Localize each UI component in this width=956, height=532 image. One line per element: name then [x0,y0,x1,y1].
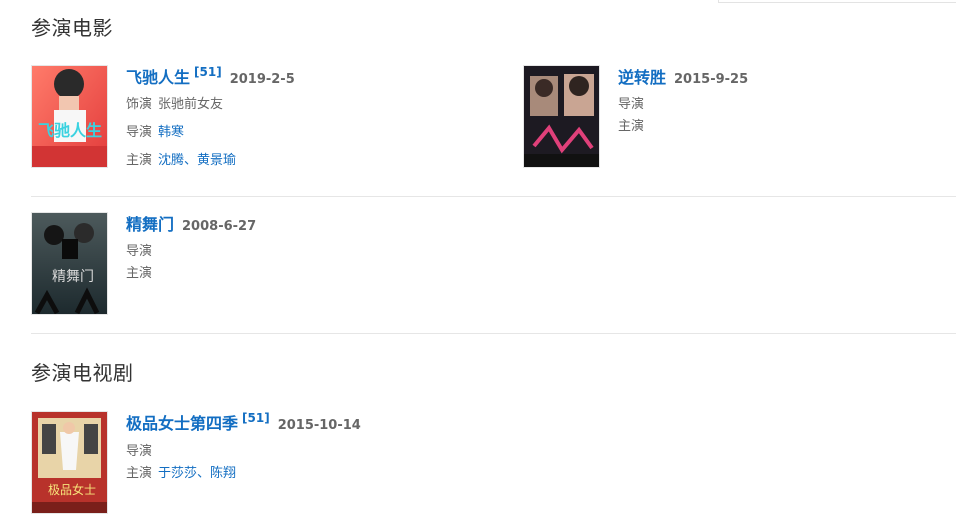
cast-link[interactable]: 黄景瑜 [197,153,236,168]
director-label: 导演 [618,97,645,112]
poster-image-nizhuansheng [524,66,599,167]
release-date: 2015-9-25 [674,72,749,87]
cast-label: 主演 [618,119,645,134]
citation-link[interactable]: [51] [194,65,222,79]
cast-separator: 、 [197,466,211,481]
citation-link[interactable]: [51] [242,411,270,425]
poster-image-jingwumen: 精舞门 [32,213,107,314]
section-title-movies: 参演电影 [31,16,113,40]
movie-title-link[interactable]: 精舞门 [126,215,174,234]
svg-text:飞驰人生: 飞驰人生 [38,121,102,140]
movie-title-link[interactable]: 逆转胜 [618,68,666,87]
cast-separator: 、 [184,153,198,168]
director-link[interactable]: 韩寒 [158,125,184,140]
movie-poster[interactable] [523,65,600,168]
release-date: 2015-10-14 [277,418,361,433]
cast-link[interactable]: 沈腾 [158,153,184,168]
cast-label: 主演 [126,266,153,281]
role-value: 张驰前女友 [158,97,224,112]
tv-title-link[interactable]: 极品女士第四季 [126,414,238,433]
director-label: 导演 [126,244,153,259]
cast-label: 主演 [126,153,153,168]
poster-image-jipinnvshi: 极品女士 [32,412,107,513]
svg-text:极品女士: 极品女士 [48,482,96,497]
release-date: 2008-6-27 [182,219,257,234]
movie-poster[interactable]: 精舞门 [31,212,108,315]
role-label: 饰演 [126,97,153,112]
poster-image-feichi: 飞驰人生 [32,66,107,167]
director-label: 导演 [126,125,153,140]
cast-link[interactable]: 陈翔 [210,466,236,481]
search-box-edge [718,0,956,3]
cast-link[interactable]: 于莎莎 [158,466,197,481]
movie-title-link[interactable]: 飞驰人生 [126,68,190,87]
director-label: 导演 [126,444,153,459]
movie-poster[interactable]: 飞驰人生 [31,65,108,168]
cast-label: 主演 [126,466,153,481]
tv-poster[interactable]: 极品女士 [31,411,108,514]
divider [31,196,956,197]
svg-text:精舞门: 精舞门 [52,269,94,285]
release-date: 2019-2-5 [229,72,295,87]
divider [31,333,956,334]
section-title-tv: 参演电视剧 [31,361,134,385]
